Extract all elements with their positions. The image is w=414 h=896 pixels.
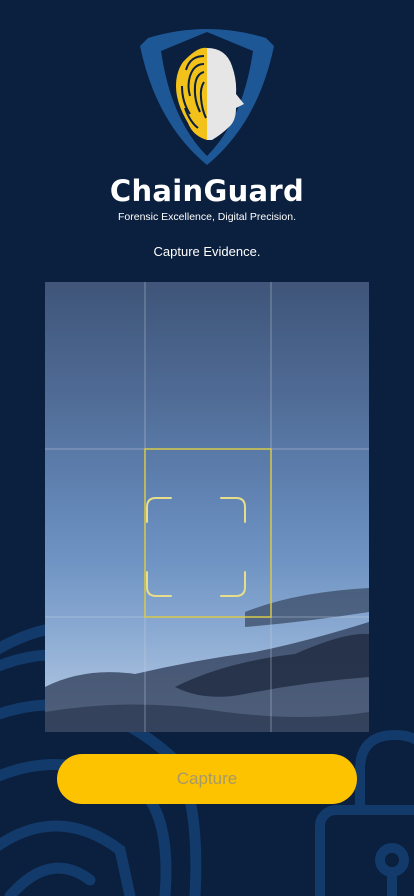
capture-button[interactable]: Capture xyxy=(57,754,357,804)
screen-instruction: Capture Evidence. xyxy=(153,244,261,259)
camera-viewfinder[interactable] xyxy=(45,282,369,732)
focus-frame xyxy=(144,448,272,618)
shield-fingerprint-face-logo xyxy=(140,29,274,165)
app-title: ChainGuard xyxy=(109,174,305,208)
scan-frame-icon xyxy=(146,497,246,597)
app-tagline: Forensic Excellence, Digital Precision. xyxy=(118,211,296,223)
